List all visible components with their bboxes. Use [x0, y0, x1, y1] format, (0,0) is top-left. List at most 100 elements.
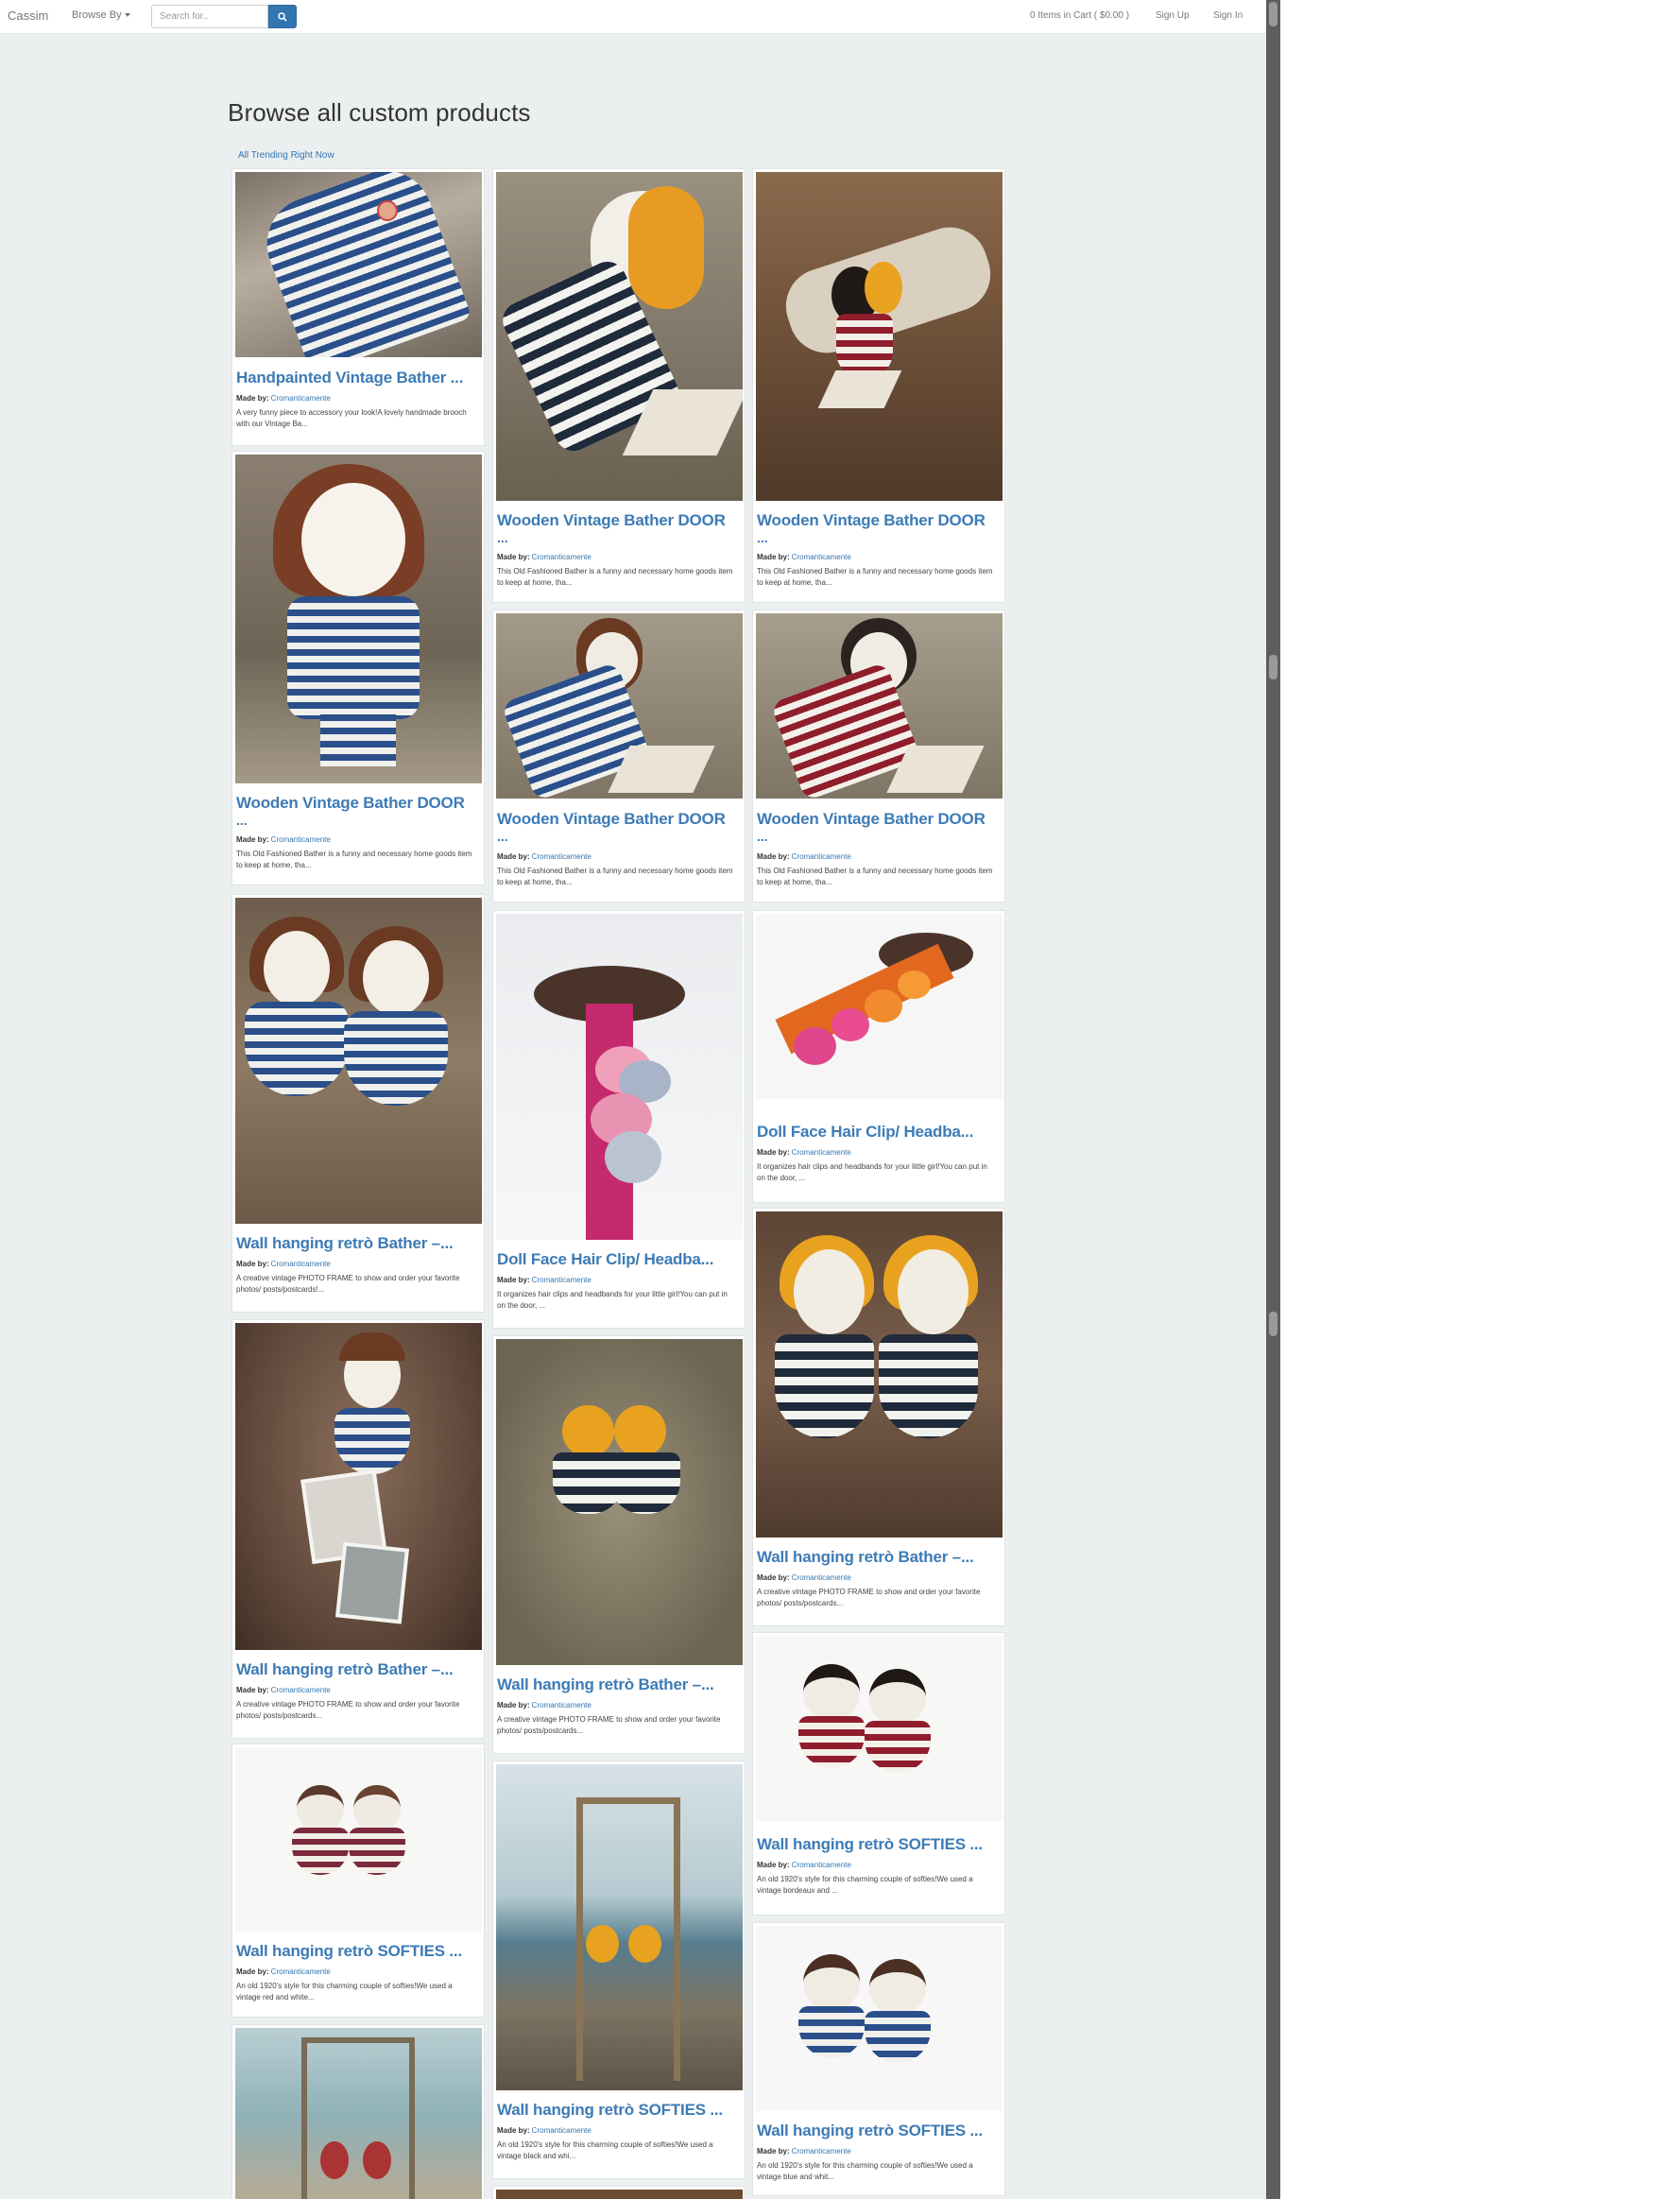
product-image[interactable] — [235, 455, 482, 783]
product-title[interactable]: Wooden Vintage Bather DOOR — [757, 809, 986, 830]
product-title[interactable]: Wall hanging retrò SOFTIES ... — [757, 1834, 983, 1855]
maker-link[interactable]: Cromanticamente — [792, 1861, 851, 1869]
product-maker: Made by: Cromanticamente — [757, 1573, 851, 1582]
title-ellipsis: ... — [497, 530, 508, 545]
product-maker: Made by: Cromanticamente — [757, 553, 851, 561]
product-image[interactable] — [235, 1323, 482, 1650]
product-maker: Made by: Cromanticamente — [497, 1276, 591, 1284]
maker-link[interactable]: Cromanticamente — [792, 1148, 851, 1157]
product-card[interactable]: Wall hanging retrò Bather –... Made by: C… — [231, 1319, 485, 1739]
product-card[interactable]: Wooden Vintage Bather DOOR ... Made by: C… — [752, 168, 1005, 603]
maker-prefix: Made by: — [236, 835, 269, 844]
cart-link[interactable]: 0 Items in Cart ( $0.00 ) — [1030, 10, 1129, 21]
trending-link[interactable]: All Trending Right Now — [238, 150, 334, 161]
maker-link[interactable]: Cromanticamente — [792, 852, 851, 861]
product-image[interactable] — [496, 2190, 743, 2199]
product-title[interactable]: Wall hanging retrò Bather –... — [497, 1675, 714, 1695]
product-description: An old 1920's style for this charming co… — [757, 1875, 973, 1895]
product-title[interactable]: Wall hanging retrò SOFTIES ... — [236, 1941, 462, 1962]
product-title[interactable]: Wooden Vintage Bather DOOR — [497, 510, 726, 531]
product-image[interactable] — [756, 172, 1003, 501]
product-card[interactable]: Wall hanging retrò SOFTIES ... Made by: C… — [752, 1632, 1005, 1916]
product-image[interactable] — [235, 172, 482, 357]
maker-link[interactable]: Cromanticamente — [532, 852, 591, 861]
maker-link[interactable]: Cromanticamente — [532, 1276, 591, 1284]
maker-link[interactable]: Cromanticamente — [271, 1967, 331, 1976]
product-title[interactable]: Wall hanging retrò SOFTIES ... — [497, 2100, 723, 2121]
top-navbar: Cassim Browse By 0 Items in Cart ( $0.00… — [0, 0, 1266, 34]
product-image[interactable] — [496, 1764, 743, 2090]
scrollbar-thumb[interactable] — [1269, 655, 1277, 679]
caret-down-icon — [124, 13, 130, 18]
product-card[interactable]: Wooden Vintage Bather DOOR ... Made by: C… — [492, 168, 746, 603]
search-input[interactable] — [151, 5, 268, 28]
product-image[interactable] — [756, 613, 1003, 799]
product-card[interactable]: Wooden Vintage Bather DOOR ... Made by: C… — [752, 610, 1005, 902]
product-maker: Made by: Cromanticamente — [757, 2147, 851, 2156]
product-card[interactable] — [492, 2186, 746, 2199]
product-card[interactable]: Doll Face Hair Clip/ Headba... Made by: C… — [492, 910, 746, 1329]
product-image[interactable] — [496, 914, 743, 1240]
product-title[interactable]: Doll Face Hair Clip/ Headba... — [497, 1249, 713, 1270]
maker-prefix: Made by: — [497, 1276, 530, 1284]
product-card[interactable]: Wall hanging retrò SOFTIES ... Made by: C… — [752, 1922, 1005, 2196]
product-description: This Old Fashioned Bather is a funny and… — [757, 867, 993, 886]
product-maker: Made by: Cromanticamente — [497, 852, 591, 861]
browse-by-dropdown[interactable]: Browse By — [72, 9, 130, 21]
product-image[interactable] — [756, 1211, 1003, 1538]
maker-link[interactable]: Cromanticamente — [532, 1701, 591, 1709]
product-maker: Made by: Cromanticamente — [497, 2126, 591, 2135]
product-description: A creative vintage PHOTO FRAME to show a… — [497, 1715, 721, 1735]
maker-link[interactable]: Cromanticamente — [271, 394, 331, 403]
product-card[interactable]: Wall hanging retrò SOFTIES ... Made by: C… — [492, 1761, 746, 2179]
scrollbar-thumb[interactable] — [1269, 2, 1277, 26]
maker-prefix: Made by: — [236, 1967, 269, 1976]
maker-link[interactable]: Cromanticamente — [792, 2147, 851, 2156]
product-description: It organizes hair clips and headbands fo… — [497, 1290, 728, 1310]
product-title[interactable]: Doll Face Hair Clip/ Headba... — [757, 1122, 973, 1142]
product-image[interactable] — [756, 914, 1003, 1099]
product-title[interactable]: Wooden Vintage Bather DOOR — [497, 809, 726, 830]
sign-in-link[interactable]: Sign In — [1213, 10, 1243, 21]
product-card[interactable]: Wall hanging retrò Bather –... Made by: C… — [752, 1208, 1005, 1626]
scrollbar[interactable] — [1266, 0, 1280, 2199]
product-image[interactable] — [235, 2028, 482, 2199]
product-title[interactable]: Wall hanging retrò Bather –... — [236, 1659, 454, 1680]
maker-link[interactable]: Cromanticamente — [532, 2126, 591, 2135]
product-title[interactable]: Wall hanging retrò Bather –... — [236, 1233, 454, 1254]
product-image[interactable] — [235, 898, 482, 1224]
product-card[interactable]: Wall hanging retrò Bather –... Made by: C… — [231, 894, 485, 1313]
title-ellipsis: ... — [236, 813, 248, 828]
product-maker: Made by: Cromanticamente — [757, 1861, 851, 1869]
maker-prefix: Made by: — [757, 553, 790, 561]
scrollbar-thumb[interactable] — [1269, 1312, 1277, 1336]
maker-link[interactable]: Cromanticamente — [271, 1260, 331, 1268]
product-title[interactable]: Wall hanging retrò SOFTIES ... — [757, 2121, 983, 2141]
product-image[interactable] — [756, 1926, 1003, 2111]
product-image[interactable] — [756, 1636, 1003, 1821]
product-title[interactable]: Wall hanging retrò Bather –... — [757, 1547, 974, 1568]
maker-link[interactable]: Cromanticamente — [792, 553, 851, 561]
product-card[interactable]: Wall hanging retrò Bather –... Made by: C… — [492, 1335, 746, 1754]
product-title[interactable]: Handpainted Vintage Bather ... — [236, 368, 463, 388]
product-image[interactable] — [496, 613, 743, 799]
maker-link[interactable]: Cromanticamente — [271, 1686, 331, 1694]
maker-link[interactable]: Cromanticamente — [792, 1573, 851, 1582]
product-card[interactable] — [231, 2024, 485, 2199]
search-button[interactable] — [268, 5, 297, 28]
product-image[interactable] — [496, 1339, 743, 1665]
maker-link[interactable]: Cromanticamente — [532, 553, 591, 561]
product-title[interactable]: Wooden Vintage Bather DOOR — [757, 510, 986, 531]
product-card[interactable]: Wooden Vintage Bather DOOR ... Made by: C… — [492, 610, 746, 902]
product-card[interactable]: Wall hanging retrò SOFTIES ... Made by: C… — [231, 1744, 485, 2018]
product-title[interactable]: Wooden Vintage Bather DOOR — [236, 793, 465, 814]
product-image[interactable] — [496, 172, 743, 501]
product-image[interactable] — [235, 1747, 482, 1933]
sign-up-link[interactable]: Sign Up — [1156, 10, 1190, 21]
product-card[interactable]: Doll Face Hair Clip/ Headba... Made by: C… — [752, 910, 1005, 1203]
product-card[interactable]: Handpainted Vintage Bather ... Made by: C… — [231, 168, 485, 446]
brand-logo[interactable]: Cassim — [8, 9, 48, 23]
maker-link[interactable]: Cromanticamente — [271, 835, 331, 844]
product-card[interactable]: Wooden Vintage Bather DOOR ... Made by: C… — [231, 451, 485, 885]
maker-prefix: Made by: — [757, 852, 790, 861]
